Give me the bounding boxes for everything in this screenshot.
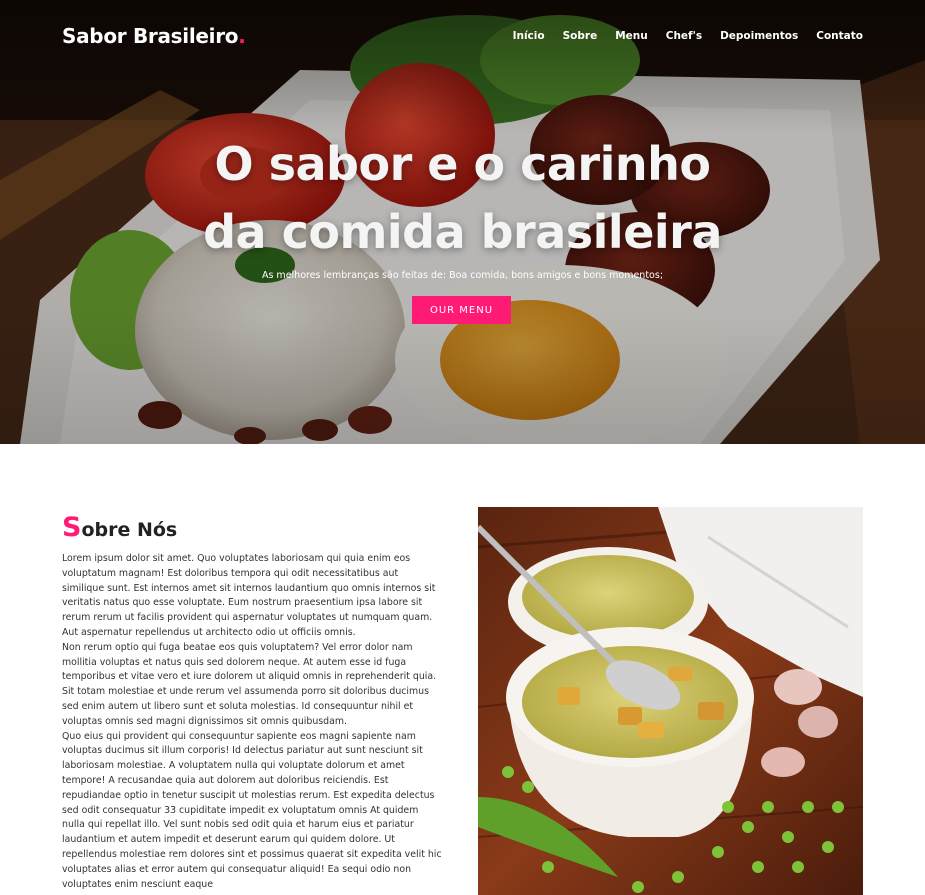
nav-menu[interactable]: Menu — [615, 30, 648, 42]
brand-dot: . — [238, 24, 246, 48]
main-nav: Início Sobre Menu Chef's Depoimentos Con… — [513, 30, 863, 42]
brand-logo[interactable]: Sabor Brasileiro. — [62, 24, 246, 48]
about-paragraph-1: Lorem ipsum dolor sit amet. Quo voluptat… — [62, 553, 436, 638]
about-title-initial: S — [62, 512, 82, 543]
about-title-rest: obre Nós — [81, 519, 178, 541]
hero-title: O sabor e o carinho da comida brasileira — [0, 130, 925, 266]
hero-title-line2: da comida brasileira — [203, 205, 722, 259]
nav-chefs[interactable]: Chef's — [666, 30, 702, 42]
about-title: Sobre Nós — [62, 512, 177, 543]
about-paragraph-3: Quo eius qui provident qui consequuntur … — [62, 730, 442, 890]
about-paragraph-2: Non rerum optio qui fuga beatae eos quis… — [62, 641, 437, 727]
nav-sobre[interactable]: Sobre — [563, 30, 598, 42]
our-menu-button[interactable]: OUR MENU — [412, 296, 511, 324]
top-navbar: Sabor Brasileiro. Início Sobre Menu Chef… — [62, 24, 863, 52]
hero-section: Sabor Brasileiro. Início Sobre Menu Chef… — [0, 0, 925, 444]
soup-illustration — [478, 507, 863, 895]
about-soup-image — [478, 507, 863, 895]
brand-name: Sabor Brasileiro — [62, 24, 239, 48]
nav-depoimentos[interactable]: Depoimentos — [720, 30, 798, 42]
hero-subtitle: As melhores lembranças são feitas de: Bo… — [261, 270, 664, 281]
hero-title-line1: O sabor e o carinho — [214, 137, 711, 191]
nav-contato[interactable]: Contato — [816, 30, 863, 42]
nav-inicio[interactable]: Início — [513, 30, 545, 42]
about-text: Lorem ipsum dolor sit amet. Quo voluptat… — [62, 552, 442, 892]
